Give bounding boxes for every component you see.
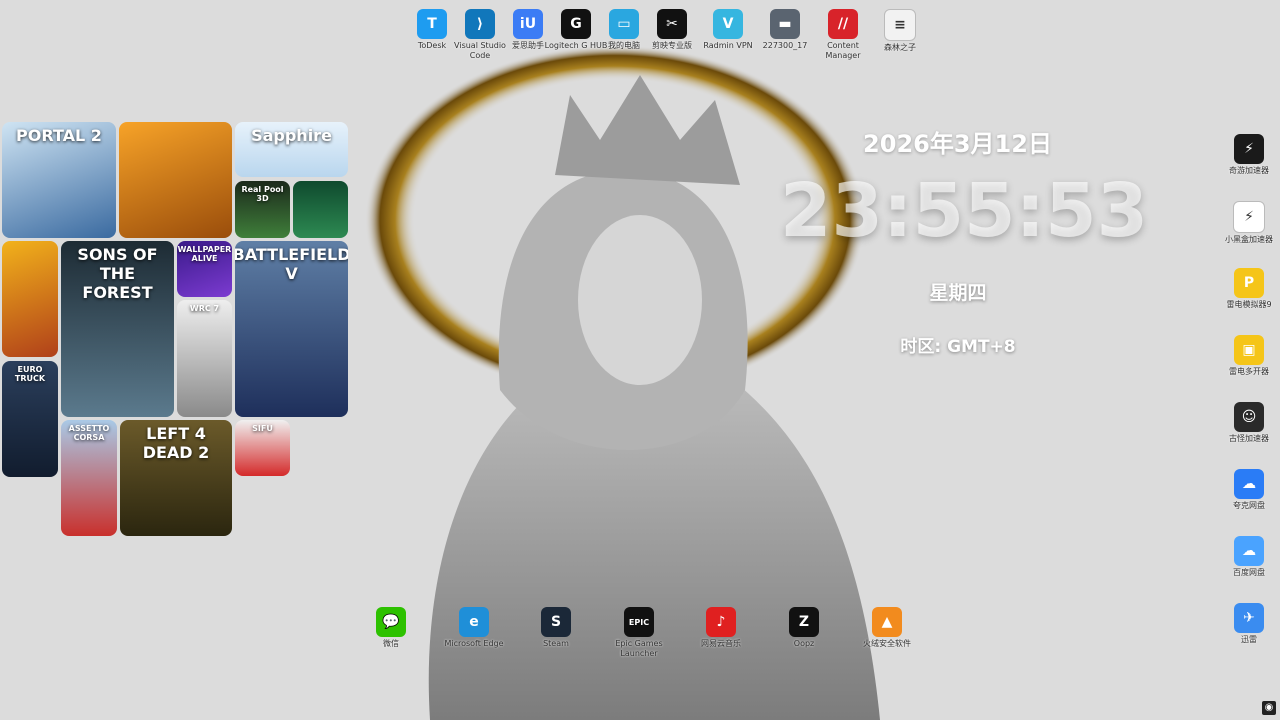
tile-title: LEFT 4 DEAD 2: [142, 424, 210, 462]
tile-sons-of-the-forest[interactable]: SONS OF THE FOREST: [61, 241, 174, 417]
tile-title: [172, 122, 180, 130]
bottom_icons-icon-5[interactable]: Z Oopz: [772, 607, 836, 649]
icon-label: 雷电多开器: [1229, 367, 1269, 376]
tile-assetto-corsa[interactable]: ASSETTO CORSA: [61, 420, 117, 536]
icon-label: 夸克网盘: [1233, 501, 1265, 510]
bottom_icons-icon-2[interactable]: S Steam: [524, 607, 588, 649]
tile-title: Real Pool 3D: [241, 185, 284, 203]
ld-multi-icon: ▣: [1234, 335, 1264, 365]
steam-icon: S: [541, 607, 571, 637]
icon-label: 227300_17: [762, 41, 808, 50]
top_icons-icon-7[interactable]: ▬ 227300_17: [753, 9, 817, 51]
image-file-icon: ▬: [770, 9, 800, 39]
right_icons-icon-1[interactable]: ⚡ 小黑盒加速器: [1217, 201, 1280, 245]
icon-label: 雷电模拟器9: [1226, 300, 1272, 309]
icon-label: Steam: [543, 639, 569, 648]
tile-pool-balls[interactable]: [293, 181, 348, 238]
content-manager-icon: //: [828, 9, 858, 39]
tile-title: [317, 181, 325, 189]
todesk-icon: T: [417, 9, 447, 39]
tile-wallpaper-alive[interactable]: WALLPAPER ALIVE: [177, 241, 232, 297]
edge-icon: e: [459, 607, 489, 637]
icon-label: Content Manager: [825, 41, 861, 60]
i4-icon: iU: [513, 9, 543, 39]
icon-label: 火绒安全软件: [863, 639, 911, 648]
tile-title: EURO TRUCK: [14, 365, 46, 383]
xiaoheihe-icon: ⚡: [1233, 201, 1265, 233]
capcut-icon: ✂: [657, 9, 687, 39]
icon-label: 网易云音乐: [701, 639, 741, 648]
icon-label: 百度网盘: [1233, 568, 1265, 577]
clock-date: 2026年3月12日: [863, 130, 1052, 158]
icon-label: 森林之子: [884, 43, 916, 52]
qiyou-icon: ⚡: [1234, 134, 1264, 164]
epic-icon: EPIC: [624, 607, 654, 637]
bottom_icons-icon-0[interactable]: 💬 微信: [359, 607, 423, 649]
computer-icon: ▭: [609, 9, 639, 39]
icon-label: 剪映专业版: [652, 41, 692, 50]
quark-icon: ☁: [1234, 469, 1264, 499]
clock-timezone: 时区: GMT+8: [900, 337, 1016, 357]
tile-title: ASSETTO CORSA: [68, 424, 110, 442]
netease-music-icon: ♪: [706, 607, 736, 637]
top_icons-icon-6[interactable]: V Radmin VPN: [696, 9, 760, 51]
right_icons-icon-0[interactable]: ⚡ 奇游加速器: [1217, 134, 1280, 176]
icon-label: 迅雷: [1241, 635, 1257, 644]
tile-sapphire[interactable]: Sapphire: [235, 122, 348, 177]
tile-euro-truck[interactable]: EURO TRUCK: [2, 361, 58, 477]
icon-label: 奇游加速器: [1229, 166, 1269, 175]
bottom_icons-icon-6[interactable]: ▲ 火绒安全软件: [855, 607, 919, 649]
right_icons-icon-3[interactable]: ▣ 雷电多开器: [1217, 335, 1280, 377]
logitech-icon: G: [561, 9, 591, 39]
right_icons-icon-7[interactable]: ✈ 迅雷: [1217, 603, 1280, 645]
right_icons-icon-5[interactable]: ☁ 夸克网盘: [1217, 469, 1280, 511]
icon-label: Microsoft Edge: [444, 639, 504, 648]
xunlei-icon: ✈: [1234, 603, 1264, 633]
top_icons-icon-5[interactable]: ✂ 剪映专业版: [640, 9, 704, 51]
tile-portal2[interactable]: PORTAL 2: [2, 122, 116, 238]
tile-street-fighter[interactable]: [2, 241, 58, 357]
right_icons-icon-2[interactable]: P 雷电模拟器9: [1217, 268, 1280, 310]
tile-left4dead2[interactable]: LEFT 4 DEAD 2: [120, 420, 232, 536]
icon-label: 古怪加速器: [1229, 434, 1269, 443]
right_icons-icon-4[interactable]: ☺ 古怪加速器: [1217, 402, 1280, 444]
bottom_icons-icon-4[interactable]: ♪ 网易云音乐: [689, 607, 753, 649]
baidu-pan-icon: ☁: [1234, 536, 1264, 566]
tile-title: PORTAL 2: [16, 126, 102, 145]
guguai-icon: ☺: [1234, 402, 1264, 432]
tile-sifu[interactable]: SIFU: [235, 420, 290, 476]
tile-title: [26, 241, 34, 249]
icon-label: Radmin VPN: [703, 41, 753, 50]
vscode-icon: ⟩: [465, 9, 495, 39]
huorong-icon: ▲: [872, 607, 902, 637]
bottom_icons-icon-1[interactable]: e Microsoft Edge: [442, 607, 506, 649]
clock-weekday: 星期四: [929, 282, 987, 304]
icon-label: 小黑盒加速器: [1225, 235, 1273, 244]
tile-title: SONS OF THE FOREST: [77, 245, 158, 302]
radmin-icon: V: [713, 9, 743, 39]
tile-realpool[interactable]: Real Pool 3D: [235, 181, 290, 238]
text-file-icon: ≡: [884, 9, 916, 41]
bottom_icons-icon-3[interactable]: EPIC Epic Games Launcher: [607, 607, 671, 659]
tile-wrc7[interactable]: WRC 7: [177, 300, 232, 417]
tile-title: SIFU: [252, 424, 273, 433]
clock-time: 23:55:53: [780, 168, 1149, 254]
icon-label: 微信: [383, 639, 399, 648]
oopz-icon: Z: [789, 607, 819, 637]
right_icons-icon-6[interactable]: ☁ 百度网盘: [1217, 536, 1280, 578]
wechat-icon: 💬: [376, 607, 406, 637]
statue-face: [578, 215, 702, 385]
tile-title: WALLPAPER ALIVE: [177, 245, 232, 263]
icon-label: Epic Games Launcher: [615, 639, 663, 658]
tile-battlefield-v[interactable]: BATTLEFIELD V: [235, 241, 348, 417]
top_icons-icon-8[interactable]: // Content Manager: [811, 9, 875, 61]
top_icons-icon-9[interactable]: ≡ 森林之子: [868, 9, 932, 53]
show-desktop-icon[interactable]: ◉: [1262, 701, 1276, 715]
tile-title: WRC 7: [189, 304, 220, 313]
icon-label: Oopz: [793, 639, 815, 648]
tile-hunt[interactable]: [119, 122, 232, 238]
tile-title: Sapphire: [251, 126, 332, 145]
tile-title: BATTLEFIELD V: [235, 245, 348, 283]
ldplayer-icon: P: [1234, 268, 1264, 298]
